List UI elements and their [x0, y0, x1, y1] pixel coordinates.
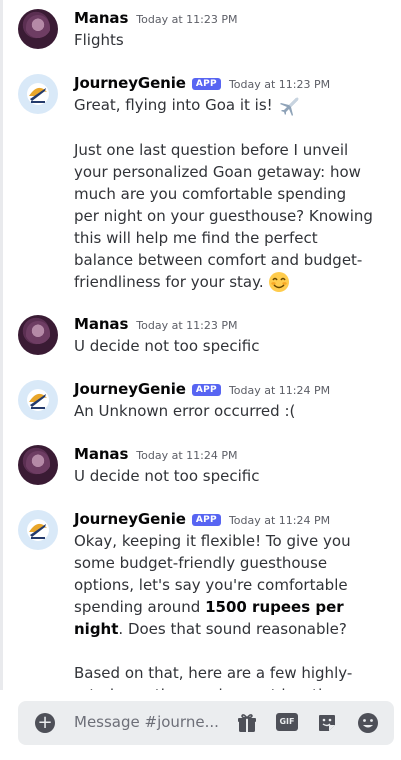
timestamp: Today at 11:23 PM — [136, 319, 238, 332]
message-content: Great, flying into Goa it is! Just one l… — [74, 94, 374, 293]
message-paragraph: Okay, keeping it flexible! To give you s… — [74, 530, 374, 640]
message-text: U decide not too specific — [74, 467, 260, 485]
message-header: JourneyGenie APP Today at 11:23 PM — [74, 74, 330, 92]
timestamp: Today at 11:23 PM — [136, 13, 238, 26]
app-badge: APP — [191, 514, 221, 526]
message-content: U decide not too specific — [74, 465, 374, 487]
message-header: Manas Today at 11:23 PM — [74, 9, 237, 27]
message-list[interactable]: Manas Today at 11:23 PM Flights JourneyG… — [0, 0, 401, 760]
message-content: Flights — [74, 29, 374, 51]
message-header: JourneyGenie APP Today at 11:24 PM — [74, 380, 330, 398]
username[interactable]: JourneyGenie — [74, 380, 186, 398]
smiling-emoji-icon — [269, 272, 290, 292]
timestamp: Today at 11:24 PM — [228, 514, 331, 527]
message-header: Manas Today at 11:24 PM — [74, 445, 237, 463]
add-attachment-icon[interactable]: + — [35, 713, 55, 733]
message-content: An Unknown error occurred :( — [74, 400, 374, 422]
timestamp: Today at 11:23 PM — [228, 78, 331, 91]
avatar[interactable] — [18, 510, 58, 550]
gif-icon[interactable]: GIF — [276, 713, 298, 731]
username[interactable]: JourneyGenie — [74, 510, 186, 528]
message-text: An Unknown error occurred :( — [74, 402, 296, 420]
avatar[interactable] — [18, 315, 58, 355]
gift-icon[interactable] — [236, 712, 258, 734]
timestamp: Today at 11:24 PM — [228, 384, 331, 397]
genie-logo-icon — [27, 389, 49, 411]
username[interactable]: Manas — [74, 9, 128, 27]
timestamp: Today at 11:24 PM — [136, 449, 238, 462]
message-text: Flights — [74, 31, 124, 49]
app-badge: APP — [191, 384, 221, 396]
message-header: Manas Today at 11:23 PM — [74, 315, 237, 333]
airplane-emoji-icon — [280, 97, 299, 116]
message-paragraph: Great, flying into Goa it is! — [74, 94, 374, 117]
message-content: U decide not too specific — [74, 335, 374, 357]
emoji-picker-icon[interactable] — [357, 712, 379, 734]
username[interactable]: JourneyGenie — [74, 74, 186, 92]
avatar[interactable] — [18, 9, 58, 49]
message-text: Just one last question before I unveil y… — [74, 140, 373, 291]
username[interactable]: Manas — [74, 315, 128, 333]
avatar[interactable] — [18, 445, 58, 485]
app-badge: APP — [191, 78, 221, 90]
username[interactable]: Manas — [74, 445, 128, 463]
message-text: U decide not too specific — [74, 337, 260, 355]
avatar[interactable] — [18, 74, 58, 114]
message-composer[interactable]: + Message #journe... GIF — [18, 701, 394, 745]
message-input[interactable]: Message #journe... — [74, 713, 219, 731]
genie-logo-icon — [27, 83, 49, 105]
message-text: . Does that sound reasonable? — [118, 620, 347, 638]
avatar[interactable] — [18, 380, 58, 420]
sticker-icon[interactable] — [316, 712, 338, 734]
genie-logo-icon — [27, 519, 49, 541]
message-paragraph: Just one last question before I unveil y… — [74, 139, 374, 294]
message-text: Great, flying into Goa it is! — [74, 96, 273, 114]
message-header: JourneyGenie APP Today at 11:24 PM — [74, 510, 330, 528]
